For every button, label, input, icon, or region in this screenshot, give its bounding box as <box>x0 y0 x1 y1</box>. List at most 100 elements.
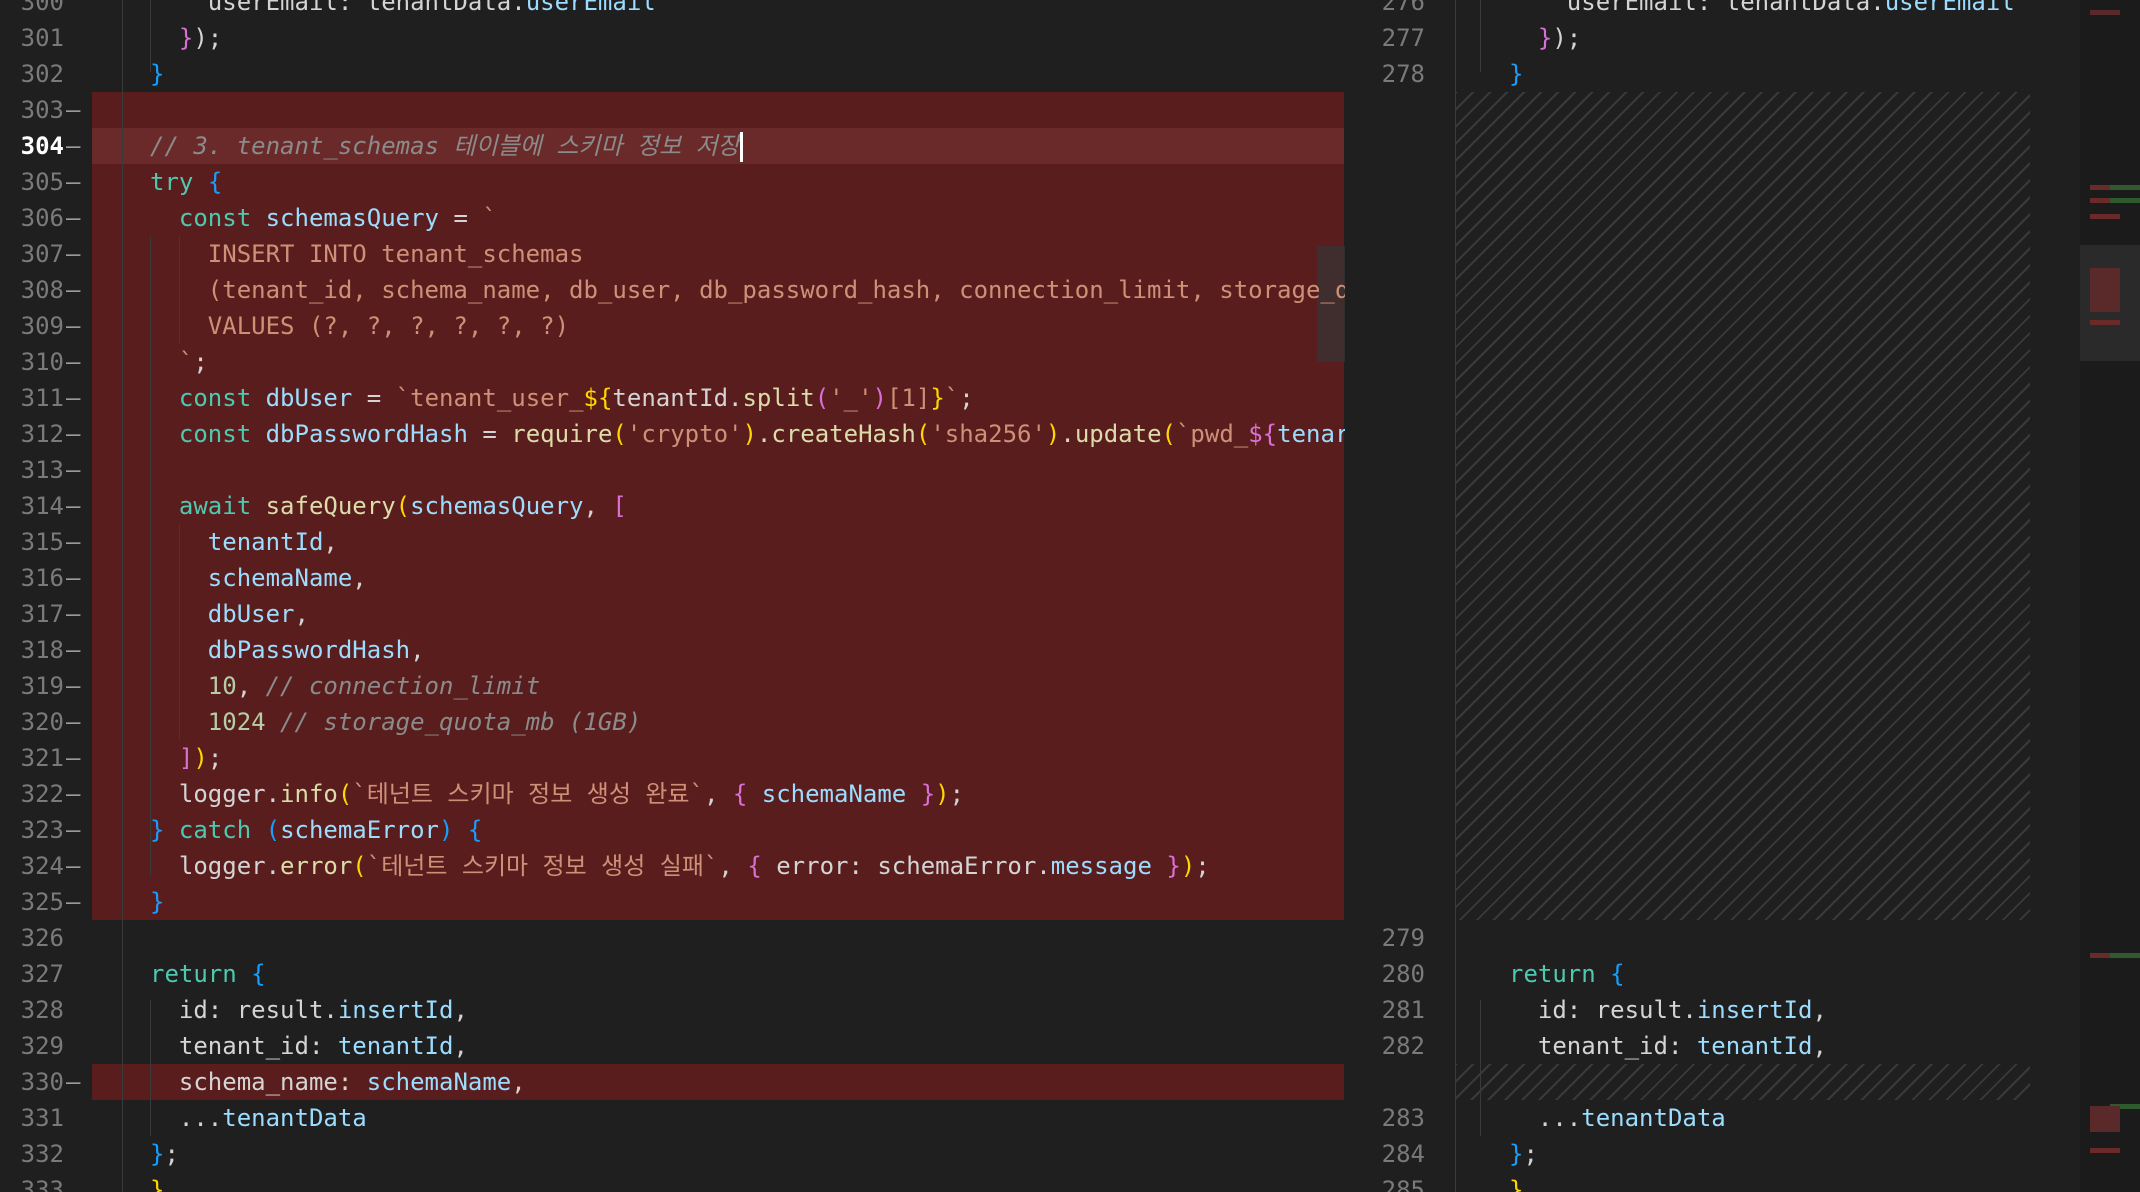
line-number: 301 <box>20 24 64 52</box>
code-line[interactable]: 304— // 3. tenant_schemas 테이블에 스키마 정보 저장 <box>0 128 1345 164</box>
code-line[interactable]: 305— try { <box>0 164 1345 200</box>
code-line[interactable]: 309— VALUES (?, ?, ?, ?, ?, ?) <box>0 308 1345 344</box>
removed-line-marker: — <box>66 636 81 664</box>
code-token: , <box>453 996 468 1024</box>
code-line[interactable]: 314— await safeQuery(schemasQuery, [ <box>0 488 1345 524</box>
code-line[interactable]: 282 tenant_id: tenantId, <box>1345 1028 2140 1064</box>
line-number: 318 <box>20 636 64 664</box>
code-line[interactable]: 325—} <box>0 884 1345 920</box>
removed-line-marker: — <box>66 888 81 916</box>
code-line[interactable]: 328 id: result.insertId, <box>0 992 1345 1028</box>
line-number: 277 <box>1381 24 1425 52</box>
line-number: 324 <box>20 852 64 880</box>
code-token: ) <box>1180 852 1196 880</box>
code-line[interactable]: 330— schema_name: schemaName, <box>0 1064 1345 1100</box>
code-token: ) <box>935 780 950 808</box>
code-token: } <box>150 816 165 844</box>
minimap[interactable] <box>2080 0 2140 1192</box>
code-line[interactable]: 281 id: result.insertId, <box>1345 992 2140 1028</box>
code-text: tenantId, <box>150 524 338 560</box>
code-token: ; <box>164 1140 179 1168</box>
code-line[interactable]: 324— logger.error(`테넌트 스키마 정보 생성 실패`, { … <box>0 848 1345 884</box>
code-token: ; <box>1523 1140 1538 1168</box>
code-token: ( <box>915 420 931 448</box>
code-line[interactable]: 316— schemaName, <box>0 560 1345 596</box>
code-token: tenantId <box>1696 1032 1813 1060</box>
code-token: // 3. tenant_schemas 테이블에 스키마 정보 저장 <box>150 132 740 160</box>
diff-right-pane[interactable]: 276 userEmail: tenantData.userEmail 277 }… <box>1345 0 2140 1192</box>
line-number: 323 <box>20 816 64 844</box>
code-text: logger.info(`테넌트 스키마 정보 생성 완료`, { schema… <box>150 776 964 812</box>
code-line[interactable]: 312— const dbPasswordHash = require('cry… <box>0 416 1345 452</box>
line-number: 320 <box>20 708 64 736</box>
code-line[interactable]: 280 return { <box>1345 956 2140 992</box>
code-token: , <box>1812 996 1827 1024</box>
code-line[interactable]: 329 tenant_id: tenantId, <box>0 1028 1345 1064</box>
line-number: 328 <box>20 996 64 1024</box>
code-line[interactable]: 322— logger.info(`테넌트 스키마 정보 생성 완료`, { s… <box>0 776 1345 812</box>
removed-line-marker: — <box>66 528 81 556</box>
code-token: 1024 <box>207 708 266 736</box>
removed-line-marker: — <box>66 780 81 808</box>
code-line[interactable]: 315— tenantId, <box>0 524 1345 560</box>
code-line[interactable]: 311— const dbUser = `tenant_user_${tenan… <box>0 380 1345 416</box>
code-line[interactable]: 320— 1024 // storage_quota_mb (1GB) <box>0 704 1345 740</box>
code-token: `테넌트 스키마 정보 생성 실패` <box>366 852 719 880</box>
code-line[interactable]: 310— `; <box>0 344 1345 380</box>
removed-line-marker: — <box>66 708 81 736</box>
minimap-mark <box>2110 953 2140 958</box>
code-line[interactable]: 331 ...tenantData <box>0 1100 1345 1136</box>
code-token: ; <box>1195 852 1210 880</box>
code-line[interactable]: 276 userEmail: tenantData.userEmail <box>1345 0 2140 20</box>
code-line[interactable]: 333} <box>0 1172 1345 1192</box>
code-line[interactable]: 277 }); <box>1345 20 2140 56</box>
diff-left-pane[interactable]: 300 userEmail: tenantData.userEmail 301 }… <box>0 0 1345 1192</box>
code-line[interactable]: 306— const schemasQuery = ` <box>0 200 1345 236</box>
code-token: { <box>251 960 266 988</box>
line-number: 327 <box>20 960 64 988</box>
code-token: tenant_id: <box>1509 1032 1697 1060</box>
code-token: userEmail <box>525 0 656 16</box>
code-line[interactable]: 323—} catch (schemaError) { <box>0 812 1345 848</box>
code-line[interactable]: 302} <box>0 56 1345 92</box>
code-line[interactable]: 319— 10, // connection_limit <box>0 668 1345 704</box>
code-token: insertId <box>1696 996 1813 1024</box>
code-line[interactable]: 317— dbUser, <box>0 596 1345 632</box>
code-line[interactable]: 313— <box>0 452 1345 488</box>
code-line[interactable]: 318— dbPasswordHash, <box>0 632 1345 668</box>
code-line[interactable]: 283 ...tenantData <box>1345 1100 2140 1136</box>
code-line[interactable]: 321— ]); <box>0 740 1345 776</box>
code-token: ); <box>1552 24 1582 52</box>
code-line[interactable]: 308— (tenant_id, schema_name, db_user, d… <box>0 272 1345 308</box>
code-line[interactable]: 332}; <box>0 1136 1345 1172</box>
code-line[interactable]: 326 <box>0 920 1345 956</box>
code-line[interactable]: 284}; <box>1345 1136 2140 1172</box>
code-token: 10 <box>207 672 237 700</box>
code-text: ...tenantData <box>150 1100 367 1136</box>
removed-line-marker: — <box>66 240 81 268</box>
code-token: ) <box>1045 420 1061 448</box>
code-line[interactable]: 307— INSERT INTO tenant_schemas <box>0 236 1345 272</box>
code-token: error <box>280 852 353 880</box>
code-line[interactable]: 327 return { <box>0 956 1345 992</box>
code-line[interactable]: 278} <box>1345 56 2140 92</box>
code-line[interactable]: 301 }); <box>0 20 1345 56</box>
code-line[interactable]: 300 userEmail: tenantData.userEmail <box>0 0 1345 20</box>
code-line[interactable]: 279 <box>1345 920 2140 956</box>
line-number: 307 <box>20 240 64 268</box>
code-text: id: result.insertId, <box>1509 992 1827 1028</box>
code-token: ` <box>150 348 194 376</box>
code-text: VALUES (?, ?, ?, ?, ?, ?) <box>150 308 569 344</box>
code-token: tenantId. <box>612 384 743 412</box>
code-token: , <box>718 852 748 880</box>
line-number: 306 <box>20 204 64 232</box>
code-line[interactable]: 303— <box>0 92 1345 128</box>
code-token: const <box>178 204 252 232</box>
code-line[interactable]: 285} <box>1345 1172 2140 1192</box>
code-token: dbPasswordHash <box>265 420 468 448</box>
